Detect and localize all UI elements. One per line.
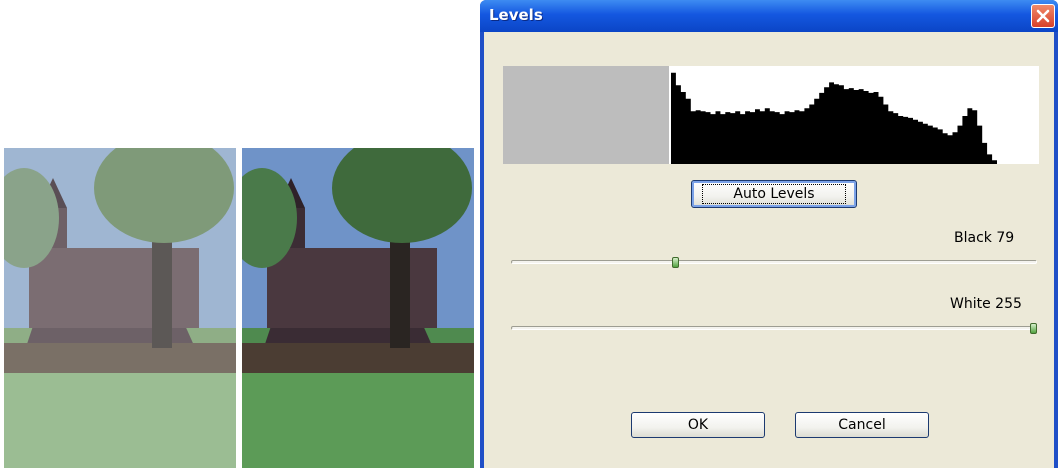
levels-dialog: Levels Auto Levels Black 79 White 255 OK… bbox=[480, 0, 1058, 468]
histogram-bars bbox=[671, 72, 997, 164]
title-bar[interactable]: Levels bbox=[480, 0, 1058, 32]
original-photo bbox=[4, 148, 236, 468]
ok-button[interactable]: OK bbox=[631, 412, 765, 438]
adjusted-photo bbox=[242, 148, 474, 468]
close-button[interactable] bbox=[1031, 4, 1055, 28]
auto-levels-button[interactable]: Auto Levels bbox=[691, 180, 857, 208]
cancel-label: Cancel bbox=[838, 417, 886, 433]
black-level-slider-thumb[interactable] bbox=[671, 257, 679, 268]
levels-histogram bbox=[503, 66, 1039, 164]
auto-levels-label: Auto Levels bbox=[702, 184, 846, 204]
dialog-title: Levels bbox=[489, 6, 543, 24]
white-level-slider-thumb[interactable] bbox=[1030, 323, 1037, 334]
black-level-track[interactable] bbox=[511, 260, 1037, 264]
dialog-body: Auto Levels Black 79 White 255 OK Cancel bbox=[484, 32, 1054, 468]
white-level-track[interactable] bbox=[511, 326, 1037, 330]
white-level-label: White 255 bbox=[950, 296, 1022, 312]
close-icon bbox=[1036, 9, 1050, 23]
ok-label: OK bbox=[687, 417, 709, 433]
cancel-button[interactable]: Cancel bbox=[795, 412, 929, 438]
black-level-label: Black 79 bbox=[954, 230, 1015, 246]
clipped-range bbox=[503, 66, 669, 164]
